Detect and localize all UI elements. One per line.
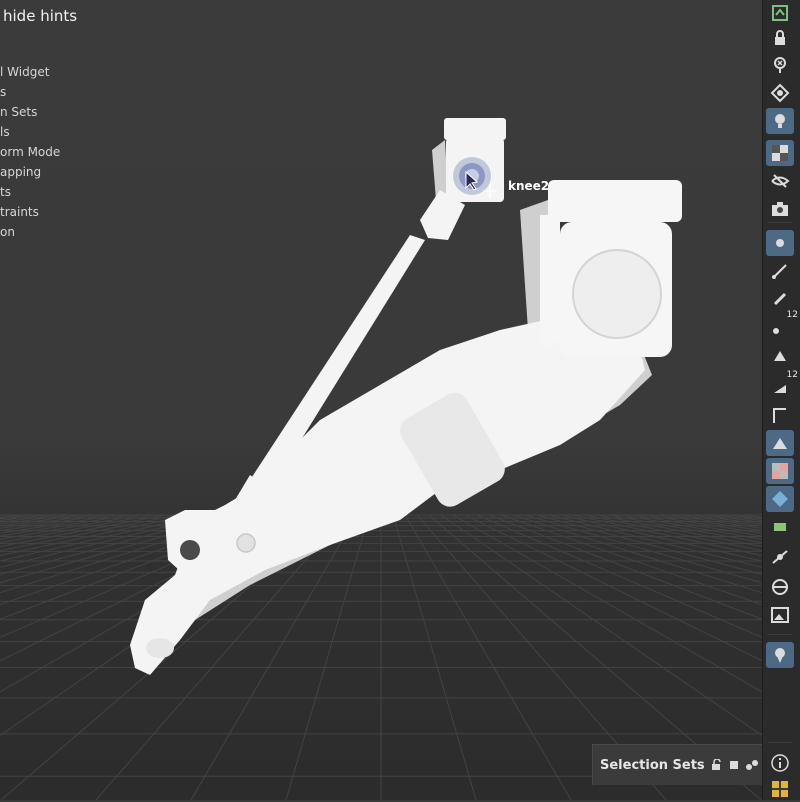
vertex-icon: [773, 328, 779, 334]
diamond-eye-icon: [770, 83, 790, 103]
point-tool-button[interactable]: [766, 230, 794, 256]
bone-icon: [774, 523, 786, 531]
grid-icon: [772, 781, 788, 797]
right-toolbar: 12 12: [762, 0, 800, 800]
pivot-hole: [180, 540, 200, 560]
flag-numbered-icon: [774, 385, 786, 393]
sphere-icon: [772, 579, 788, 595]
eye-slash-icon: [771, 174, 790, 188]
flag-tool-button[interactable]: [766, 342, 794, 368]
checker-tool-button[interactable]: [766, 140, 794, 166]
unlock-icon[interactable]: [711, 759, 723, 771]
hint-item: s: [0, 85, 7, 99]
grid-button[interactable]: [766, 776, 794, 802]
hint-item: orm Mode: [0, 145, 61, 159]
count-badge: 12: [786, 310, 798, 320]
lock-icon: [775, 30, 785, 45]
foot-pivot: [146, 638, 174, 658]
info-button[interactable]: [766, 750, 794, 776]
knee2-label: knee2: [508, 179, 550, 193]
view-tool-button[interactable]: [766, 0, 794, 26]
toolbar-separator: [768, 634, 792, 635]
hint-item: apping: [0, 165, 42, 179]
vertex-tool-button[interactable]: 12: [766, 310, 798, 340]
surface-icon: [773, 438, 787, 449]
dots-icon[interactable]: [745, 759, 759, 771]
joint-icon: [772, 550, 788, 564]
lightbulb-tool-button[interactable]: [766, 108, 794, 134]
hint-item: n Sets: [0, 105, 38, 119]
selection-sets-panel: Selection Sets: [592, 744, 762, 785]
edge-icon: [772, 264, 787, 279]
pin-icon: [774, 57, 786, 73]
3d-viewport[interactable]: hide hints l Widget s n Sets ls orm Mode…: [0, 0, 762, 800]
hint-item: on: [0, 225, 15, 239]
count-badge: 12: [786, 370, 798, 380]
flag-icon: [774, 351, 786, 361]
camera-icon: [772, 202, 788, 216]
texture-icon: [772, 463, 788, 479]
leg-model[interactable]: [0, 0, 762, 800]
selection-sets-title: Selection Sets: [600, 757, 705, 773]
lower-leg-part: [130, 320, 645, 675]
transform-icon: [772, 491, 788, 507]
edge-tool-button[interactable]: [766, 258, 794, 284]
brush-tool-button[interactable]: [766, 286, 794, 312]
hide-hints-link[interactable]: hide hints: [3, 7, 77, 25]
hint-item: ts: [0, 185, 11, 199]
toolbar-separator: [768, 742, 792, 743]
location-tool-button[interactable]: [766, 642, 794, 668]
camera-tool-button[interactable]: [766, 196, 794, 222]
bone-tool-button[interactable]: [766, 514, 794, 540]
curve-tool-button[interactable]: [766, 402, 794, 428]
info-icon: [771, 754, 789, 772]
surface-tool-button[interactable]: [766, 430, 794, 456]
eye-slash-tool-button[interactable]: [766, 168, 794, 194]
view-icon: [772, 5, 788, 21]
texture-tool-button[interactable]: [766, 458, 794, 484]
curve-icon: [773, 408, 786, 423]
pivot-bolt: [236, 533, 256, 553]
transform-tool-button[interactable]: [766, 486, 794, 512]
location-icon: [775, 648, 785, 663]
square-icon[interactable]: [729, 760, 739, 770]
hint-list: l Widget s n Sets ls orm Mode apping ts …: [0, 62, 60, 242]
diamond-eye-tool-button[interactable]: [766, 80, 794, 106]
hint-item: l Widget: [0, 65, 50, 79]
hint-item: ls: [0, 125, 10, 139]
point-icon: [776, 239, 784, 247]
flag-numbered-tool-button[interactable]: 12: [766, 370, 798, 400]
sphere-tool-button[interactable]: [766, 574, 794, 600]
hint-item: traints: [0, 205, 39, 219]
joint-disc: [572, 249, 662, 339]
brush-icon: [773, 292, 787, 306]
image-icon: [771, 607, 789, 623]
toolbar-separator: [768, 222, 792, 223]
lightbulb-icon: [775, 114, 785, 128]
image-tool-button[interactable]: [766, 602, 794, 628]
joint-tool-button[interactable]: [766, 544, 794, 570]
checker-icon: [772, 145, 788, 161]
lock-tool-button[interactable]: [766, 25, 794, 51]
pin-tool-button[interactable]: [766, 52, 794, 78]
